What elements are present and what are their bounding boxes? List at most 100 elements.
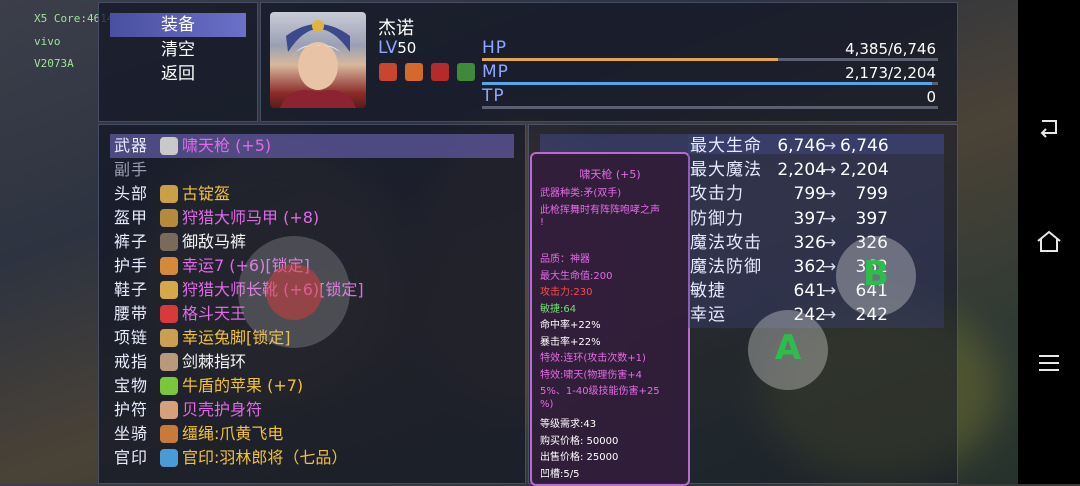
item-detail-line: 武器种类:矛(双手)	[540, 188, 622, 199]
equipment-slot-row[interactable]: 戒指 剑棘指环	[110, 350, 514, 374]
hp-bar	[482, 58, 938, 61]
equipment-item-name: 剑棘指环	[182, 352, 247, 371]
attribute-old-value: 641	[793, 281, 826, 302]
equipment-slot-row[interactable]: 头部 古锭盔	[110, 182, 514, 206]
attribute-old-value: 362	[793, 257, 826, 277]
helmet-icon	[160, 185, 178, 203]
leaf-icon	[457, 63, 476, 81]
equipment-slot-row[interactable]: 武器 啸天枪 (+5)	[110, 134, 514, 158]
tp-label: TP	[482, 86, 505, 106]
virtual-joystick[interactable]	[238, 236, 350, 348]
attribute-old-value: 397	[793, 208, 826, 229]
system-brand-label: vivo	[34, 35, 61, 48]
attribute-row: 防御力 397 → 397	[690, 207, 946, 231]
equipment-item-name: 格斗天王	[182, 304, 247, 323]
equipment-slot-label: 项链	[114, 328, 149, 347]
equipment-item-name: 古锭盔	[182, 184, 231, 203]
fist-icon	[405, 63, 424, 81]
pants-icon	[160, 233, 178, 251]
item-detail-line: 出售价格: 25000	[540, 452, 619, 463]
attribute-row: 最大生命 6,746 → 6,746	[690, 134, 946, 158]
equipment-slot-label: 头部	[114, 184, 149, 203]
system-model-label: V2073A	[34, 57, 74, 70]
boots-icon	[160, 281, 178, 299]
equipment-slot-label: 坐骑	[114, 424, 149, 443]
equipment-slot-label: 护符	[114, 400, 149, 419]
equipment-slot-row[interactable]: 护符 贝壳护身符	[110, 398, 514, 422]
item-detail-line: 品质：神器	[540, 254, 590, 265]
equipment-slot-label: 宝物	[114, 376, 149, 395]
mp-bar-fill	[482, 82, 932, 85]
menu-back-button[interactable]: 返回	[110, 62, 246, 86]
item-detail-title: 啸天枪 (+5)	[579, 168, 641, 181]
equipment-slot-row[interactable]: 官印 官印:羽林郎将（七品）	[110, 446, 514, 470]
item-detail-line: 凹槽:5/5	[540, 468, 580, 480]
menu-icon[interactable]	[1034, 348, 1064, 378]
item-detail-line: 特效:连环(攻击次数+1)	[540, 353, 646, 364]
mp-bar	[482, 82, 938, 85]
hp-label: HP	[482, 38, 508, 58]
equipment-slot-row[interactable]: 副手	[110, 158, 514, 182]
hero-name: 杰诺	[378, 18, 414, 39]
item-detail-line: 特效:啸天(物理伤害+4	[540, 369, 643, 381]
equipment-item-name: 御敌马裤	[182, 232, 247, 251]
attribute-name: 魔法防御	[690, 257, 762, 277]
attribute-old-value: 2,204	[777, 160, 826, 181]
arrow-icon: →	[822, 257, 837, 277]
reins-icon	[160, 425, 178, 443]
hero-portrait	[270, 12, 366, 108]
attribute-row: 攻击力 799 → 799	[690, 182, 946, 206]
joystick-knob	[266, 264, 322, 320]
item-detail-line: 攻击力:230	[540, 287, 593, 298]
attribute-name: 最大魔法	[690, 160, 762, 181]
home-icon[interactable]	[1034, 227, 1064, 257]
a-button[interactable]: A	[748, 310, 828, 390]
equipment-item-name: 狩猎大师马甲 (+8)	[182, 208, 320, 227]
tp-value: 0	[926, 88, 936, 106]
arrow-icon: →	[822, 305, 837, 326]
menu-equip-button[interactable]: 装备	[110, 13, 246, 37]
attribute-name: 攻击力	[690, 184, 744, 205]
arrow-icon: →	[822, 184, 837, 205]
hero-level-label: LV	[378, 38, 398, 58]
hero-level: LV50	[378, 38, 416, 58]
hero-level-value: 50	[397, 39, 417, 57]
equipment-slot-label: 副手	[114, 160, 149, 179]
android-nav-bar	[1018, 0, 1080, 484]
hero-status-icons	[379, 63, 476, 85]
equipment-item-name: 贝壳护身符	[182, 400, 263, 419]
item-detail-line: 5%、1-40级技能伤害+25	[540, 386, 660, 397]
attribute-name: 防御力	[690, 208, 744, 229]
item-detail-line: !	[540, 217, 545, 228]
hp-value: 4,385/6,746	[845, 40, 936, 58]
equipment-item-name: 啸天枪 (+5)	[182, 136, 272, 155]
attribute-old-value: 6,746	[777, 136, 826, 156]
mp-label: MP	[482, 62, 509, 82]
equipment-slot-label: 戒指	[114, 352, 149, 371]
attribute-new-value: 397	[855, 208, 888, 229]
equipment-item-name: 官印:羽林郎将（七品）	[182, 448, 348, 467]
item-detail-line: 此枪挥舞时有阵阵咆哮之声	[540, 204, 660, 216]
equipment-slot-label: 盔甲	[114, 208, 149, 227]
belt-icon	[160, 305, 178, 323]
hp-bar-fill	[482, 58, 779, 61]
arrow-icon: →	[822, 208, 837, 229]
equipment-item-name: 牛盾的苹果 (+7)	[182, 376, 304, 395]
equipment-slot-row[interactable]: 盔甲 狩猎大师马甲 (+8)	[110, 206, 514, 230]
back-icon[interactable]	[1034, 112, 1064, 142]
item-detail-line: %)	[540, 398, 554, 410]
b-button[interactable]: B	[836, 236, 916, 316]
item-detail-line: 购买价格: 50000	[540, 435, 619, 447]
shell-icon	[160, 401, 178, 419]
attribute-old-value: 326	[793, 232, 826, 253]
attribute-name: 最大生命	[690, 136, 762, 156]
attribute-new-value: 2,204	[840, 160, 889, 181]
apple-icon	[160, 377, 178, 395]
menu-clear-button[interactable]: 清空	[110, 38, 246, 62]
item-detail-line: 暴击率+22%	[540, 336, 601, 348]
equipment-slot-row[interactable]: 坐骑 缰绳:爪黄飞电	[110, 422, 514, 446]
tp-bar	[482, 106, 938, 109]
attribute-name: 幸运	[690, 305, 726, 326]
attribute-row: 最大魔法 2,204 → 2,204	[690, 158, 946, 182]
equipment-slot-row[interactable]: 宝物 牛盾的苹果 (+7)	[110, 374, 514, 398]
